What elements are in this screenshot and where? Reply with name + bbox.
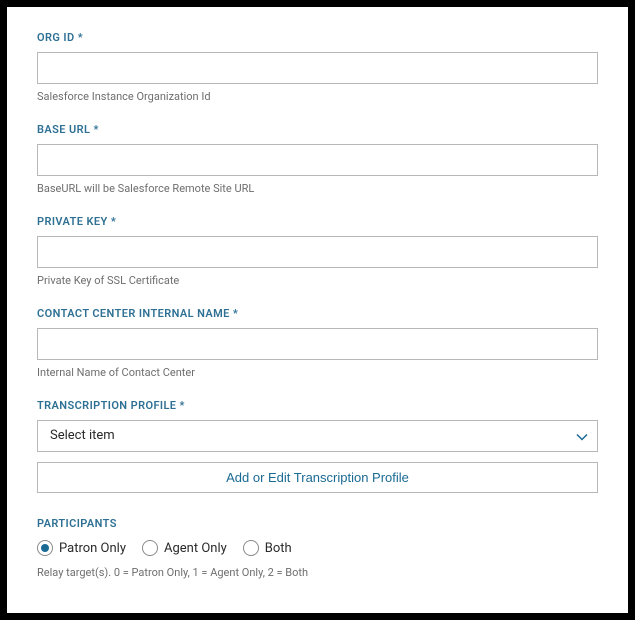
field-org-id: ORG ID * Salesforce Instance Organizatio… bbox=[37, 31, 598, 103]
org-id-input[interactable] bbox=[37, 52, 598, 84]
radio-icon bbox=[243, 540, 259, 556]
base-url-help: BaseURL will be Salesforce Remote Site U… bbox=[37, 182, 598, 195]
radio-agent-only[interactable]: Agent Only bbox=[142, 540, 227, 556]
contact-center-help: Internal Name of Contact Center bbox=[37, 366, 598, 379]
radio-both[interactable]: Both bbox=[243, 540, 292, 556]
radio-label-agent: Agent Only bbox=[164, 541, 227, 556]
add-edit-transcription-profile-button[interactable]: Add or Edit Transcription Profile bbox=[37, 462, 598, 493]
form-panel: ORG ID * Salesforce Instance Organizatio… bbox=[7, 7, 628, 613]
base-url-label: BASE URL * bbox=[37, 123, 598, 136]
contact-center-label: CONTACT CENTER INTERNAL NAME * bbox=[37, 307, 598, 320]
radio-patron-only[interactable]: Patron Only bbox=[37, 540, 126, 556]
participants-label: PARTICIPANTS bbox=[37, 517, 598, 530]
field-base-url: BASE URL * BaseURL will be Salesforce Re… bbox=[37, 123, 598, 195]
radio-label-both: Both bbox=[265, 541, 292, 556]
participants-help: Relay target(s). 0 = Patron Only, 1 = Ag… bbox=[37, 566, 598, 579]
field-transcription-profile: TRANSCRIPTION PROFILE * Select item Add … bbox=[37, 399, 598, 493]
org-id-label: ORG ID * bbox=[37, 31, 598, 44]
field-contact-center: CONTACT CENTER INTERNAL NAME * Internal … bbox=[37, 307, 598, 379]
transcription-profile-select[interactable]: Select item bbox=[37, 420, 598, 452]
transcription-profile-label: TRANSCRIPTION PROFILE * bbox=[37, 399, 598, 412]
base-url-input[interactable] bbox=[37, 144, 598, 176]
contact-center-input[interactable] bbox=[37, 328, 598, 360]
private-key-help: Private Key of SSL Certificate bbox=[37, 274, 598, 287]
participants-radio-group: Patron Only Agent Only Both bbox=[37, 540, 598, 556]
radio-label-patron: Patron Only bbox=[59, 541, 126, 556]
org-id-help: Salesforce Instance Organization Id bbox=[37, 90, 598, 103]
field-private-key: PRIVATE KEY * Private Key of SSL Certifi… bbox=[37, 215, 598, 287]
private-key-input[interactable] bbox=[37, 236, 598, 268]
radio-icon bbox=[142, 540, 158, 556]
private-key-label: PRIVATE KEY * bbox=[37, 215, 598, 228]
radio-icon bbox=[37, 540, 53, 556]
